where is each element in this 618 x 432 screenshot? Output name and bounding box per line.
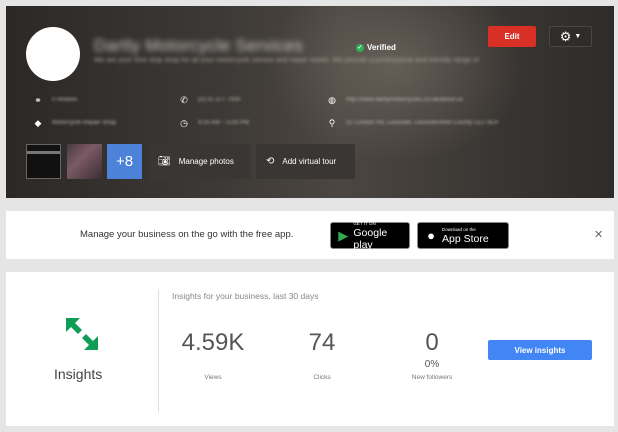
category-text: Motorcycle Repair Shop [52,120,117,126]
google-play-main: Google play [353,226,388,251]
insights-card: Insights Insights for your business, las… [6,272,614,426]
hours-info[interactable]: ◷ 9:00 AM – 5:00 PM [179,118,249,128]
divider [158,289,159,412]
promo-text: Manage your business on the go with the … [80,229,294,240]
business-avatar[interactable] [26,27,80,81]
verified-label: Verified [367,43,396,52]
website-info[interactable]: ◍ http://www.dartlymotorcycles.co.uk/abo… [327,95,463,105]
app-store-main: App Store [442,232,489,245]
gear-icon: ⚙ [559,29,572,44]
clicks-value: 74 [308,329,336,356]
website-text: http://www.dartlymotorcycles.co.uk/about… [346,97,464,103]
followers-percent: 0% [424,359,440,370]
google-play-icon: ▶ [338,227,349,243]
category-info[interactable]: ◆ Motorcycle Repair Shop [33,118,117,128]
followers-label: New followers [411,374,453,381]
tag-icon: ◆ [34,118,42,128]
verified-badge: ✓ Verified [356,43,396,52]
add-virtual-tour-button[interactable]: ⟲ Add virtual tour [256,144,355,179]
address-info[interactable]: ⚲ 51 London Rd, Leicester, Leicestershir… [327,118,498,128]
business-header: Dartly Motorcycle Services ✓ Verified We… [6,6,614,198]
camera-icon: 📷︎ [158,156,171,167]
close-icon[interactable]: ✕ [594,228,603,241]
insights-arrows-icon [66,318,98,350]
clicks-label: Clicks [313,374,331,381]
clock-icon: ◷ [180,118,188,128]
location-pin-icon: ⚲ [328,118,336,128]
check-icon: ✓ [356,43,364,52]
hours-text: 9:00 AM – 5:00 PM [198,120,250,126]
views-stat: 4.59K Views [176,329,250,381]
virtual-tour-label: Add virtual tour [282,157,337,166]
views-value: 4.59K [181,329,245,356]
reviews-info[interactable]: ⚭ 0 reviews [33,95,77,105]
address-text: 51 London Rd, Leicester, Leicestershire … [346,120,499,126]
manage-photos-label: Manage photos [178,157,234,166]
edit-button[interactable]: Edit [488,26,536,47]
app-store-badge[interactable]: ● Download on the App Store [417,222,509,249]
phone-icon: ✆ [180,95,188,105]
business-description: We are your One stop shop for all your m… [94,57,479,64]
more-photos-button[interactable]: +8 [107,144,142,179]
google-play-badge[interactable]: ▶ GET IT ON Google play [330,221,410,251]
followers-stat: 0 0% New followers [402,329,462,381]
manage-photos-button[interactable]: 📷︎ Manage photos [148,144,250,179]
view-insights-button[interactable]: View insights [488,340,592,360]
apple-icon: ● [427,228,435,243]
phone-text: (0) 01 377 7000 [198,97,241,103]
photo-thumbnail[interactable] [67,144,102,179]
reviews-text: 0 reviews [52,97,78,103]
app-promo-card: Manage your business on the go with the … [6,211,614,259]
chevron-down-icon: ▼ [574,33,582,40]
views-label: Views [204,374,222,381]
business-name: Dartly Motorcycle Services [94,36,304,55]
insights-title: Insights [54,366,103,382]
photo-thumbnail[interactable] [26,144,61,179]
link-icon: ⚭ [34,95,42,105]
insights-subtitle: Insights for your business, last 30 days [172,291,319,301]
globe-icon: ◍ [328,95,336,105]
settings-button[interactable]: ⚙ ▼ [549,26,592,47]
header-background [266,6,526,166]
phone-info[interactable]: ✆ (0) 01 377 7000 [179,95,240,105]
clicks-stat: 74 Clicks [294,329,350,381]
rotate-camera-icon: ⟲ [266,156,275,167]
followers-value: 0 [425,329,439,356]
